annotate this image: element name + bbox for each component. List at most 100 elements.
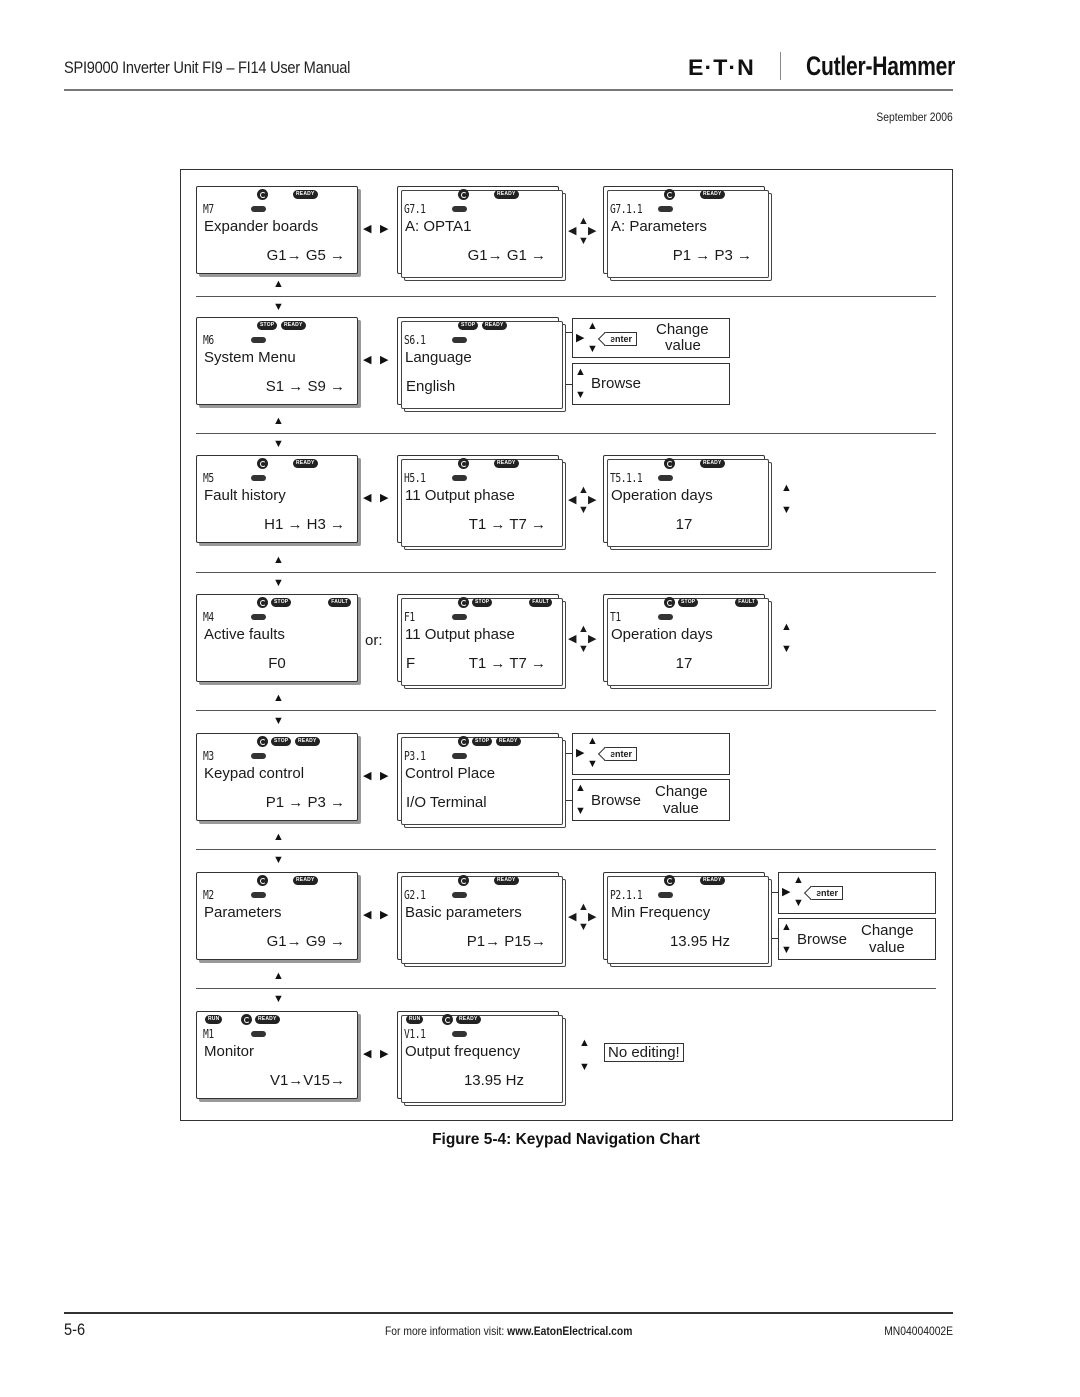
- display-line-1: Language: [405, 349, 472, 366]
- direction-icon: [664, 189, 675, 200]
- up-arrow-icon: ▲: [273, 554, 284, 566]
- row-separator: [196, 296, 936, 297]
- menu-display[interactable]: STOP READY M3 Keypad control P1 → P3 →: [196, 733, 358, 821]
- io-term-icon: [251, 206, 266, 212]
- submenu-display[interactable]: STOP FAULT F1 11 Output phase F T1 → T7 →: [397, 594, 566, 689]
- figure-caption: Figure 5-4: Keypad Navigation Chart: [432, 1131, 700, 1148]
- submenu-display[interactable]: READY G2.1 Basic parameters P1→ P15→: [397, 872, 566, 967]
- menu-display[interactable]: READY M7 Expander boards G1→ G5 →: [196, 186, 358, 274]
- row-separator: [196, 572, 936, 573]
- or-label: or:: [365, 632, 383, 649]
- display-line-2: 13.95 Hz: [463, 1072, 524, 1089]
- status-ready-badge: READY: [494, 190, 519, 199]
- submenu-display[interactable]: READY G7.1 A: OPTA1 G1→ G1 →: [397, 186, 566, 281]
- left-arrow-icon: ◀: [363, 770, 372, 782]
- io-term-icon: [452, 614, 467, 620]
- menu-code: G2.1: [404, 888, 426, 902]
- status-fault-badge: FAULT: [735, 598, 758, 607]
- no-editing-label: No editing!: [604, 1043, 684, 1062]
- display-line-2: F0: [268, 655, 286, 672]
- direction-icon: [257, 189, 268, 200]
- io-term-icon: [452, 892, 467, 898]
- status-stop-badge: STOP: [257, 321, 278, 330]
- right-arrow-icon: ▶: [576, 332, 585, 344]
- io-term-icon: [251, 475, 266, 481]
- down-arrow-icon: ▼: [273, 438, 284, 450]
- up-arrow-icon: ▲: [273, 692, 284, 704]
- up-arrow-icon: ▲: [579, 1037, 590, 1049]
- menu-display[interactable]: RUN READY M1 Monitor V1→V15→: [196, 1011, 358, 1099]
- eaton-logo: E·T·N: [688, 55, 755, 80]
- publication-date: September 2006: [876, 110, 953, 124]
- menu-code: M6: [203, 333, 214, 347]
- submenu-display[interactable]: STOP READY S6.1 Language English: [397, 317, 566, 412]
- direction-icon: [257, 458, 268, 469]
- display-line-1: Operation days: [611, 487, 713, 504]
- status-ready-badge: READY: [293, 876, 318, 885]
- down-arrow-icon: ▼: [781, 944, 792, 956]
- menu-code: P3.1: [404, 749, 426, 763]
- menu-code: M2: [203, 888, 214, 902]
- browse-label: Browse: [797, 931, 848, 948]
- display-line-2: V1→V15→: [269, 1072, 345, 1089]
- submenu-display[interactable]: STOP READY P3.1 Control Place I/O Terminal: [397, 733, 566, 828]
- parameter-display[interactable]: READY T5.1.1 Operation days 17: [603, 455, 772, 550]
- display-line-2: English: [406, 378, 456, 395]
- edit-hint-box: ▶ ▲ ▼ enter: [778, 872, 936, 914]
- left-arrow-icon: ◀: [363, 1048, 372, 1060]
- up-arrow-icon: ▲: [575, 366, 586, 378]
- direction-icon: [458, 875, 469, 886]
- up-arrow-icon: ▲: [273, 278, 284, 290]
- menu-code: M1: [203, 1027, 214, 1041]
- menu-display[interactable]: READY M2 Parameters G1→ G9 →: [196, 872, 358, 960]
- direction-icon: [664, 458, 675, 469]
- edit-hint-box: ▶ ▲ ▼ enter Change value: [572, 318, 730, 358]
- submenu-display[interactable]: READY H5.1 11 Output phase T1 → T7 →: [397, 455, 566, 550]
- up-arrow-icon: ▲: [587, 735, 598, 747]
- status-stop-badge: STOP: [271, 737, 292, 746]
- menu-display[interactable]: STOP READY M6 System Menu S1 → S9 →: [196, 317, 358, 405]
- display-line-2: G1→ G1 →: [467, 247, 546, 264]
- right-arrow-icon: ▶: [380, 1048, 389, 1060]
- status-ready-badge: READY: [700, 876, 725, 885]
- four-way-arrow-icon: ▲ ▼ ◀ ▶: [568, 901, 597, 933]
- display-line-1: A: Parameters: [611, 218, 707, 235]
- display-line-1: Fault history: [204, 487, 286, 504]
- browse-label: Browse: [591, 792, 642, 809]
- menu-code: T5.1.1: [610, 471, 643, 485]
- status-run-badge: RUN: [205, 1015, 223, 1024]
- submenu-display[interactable]: RUN READY V1.1 Output frequency 13.95 Hz: [397, 1011, 566, 1106]
- down-arrow-icon: ▼: [781, 504, 792, 516]
- change-label: Change: [861, 922, 914, 939]
- parameter-display[interactable]: READY P2.1.1 Min Frequency 13.95 Hz: [603, 872, 772, 967]
- io-term-icon: [658, 475, 673, 481]
- footer-url-link[interactable]: www.EatonElectrical.com: [507, 1324, 632, 1338]
- down-arrow-icon: ▼: [781, 643, 792, 655]
- display-line-2-prefix: F: [406, 655, 416, 672]
- status-ready-badge: READY: [456, 1015, 481, 1024]
- down-arrow-icon: ▼: [273, 993, 284, 1005]
- parameter-display[interactable]: STOP FAULT T1 Operation days 17: [603, 594, 772, 689]
- menu-code: F1: [404, 610, 415, 624]
- parameter-display[interactable]: READY G7.1.1 A: Parameters P1 → P3 →: [603, 186, 772, 281]
- down-arrow-icon: ▼: [273, 715, 284, 727]
- io-term-icon: [251, 337, 266, 343]
- browse-hint-box: ▲ ▼ Browse: [572, 363, 730, 405]
- menu-code: V1.1: [404, 1027, 426, 1041]
- direction-icon: [257, 736, 268, 747]
- menu-code: M5: [203, 471, 214, 485]
- cutler-hammer-logo: Cutler-Hammer: [806, 51, 956, 81]
- menu-display[interactable]: STOP FAULT M4 Active faults F0: [196, 594, 358, 682]
- direction-icon: [458, 189, 469, 200]
- down-arrow-icon: ▼: [273, 577, 284, 589]
- display-line-1: Output frequency: [405, 1043, 521, 1060]
- status-ready-badge: READY: [293, 190, 318, 199]
- down-arrow-icon: ▼: [575, 805, 586, 817]
- right-arrow-icon: ▶: [380, 223, 389, 235]
- menu-code: P2.1.1: [610, 888, 643, 902]
- status-ready-badge: READY: [281, 321, 306, 330]
- enter-key-icon: enter: [810, 886, 844, 900]
- display-line-2: P1 → P3 →: [672, 247, 752, 264]
- menu-display[interactable]: READY M5 Fault history H1 → H3 →: [196, 455, 358, 543]
- status-ready-badge: READY: [700, 459, 725, 468]
